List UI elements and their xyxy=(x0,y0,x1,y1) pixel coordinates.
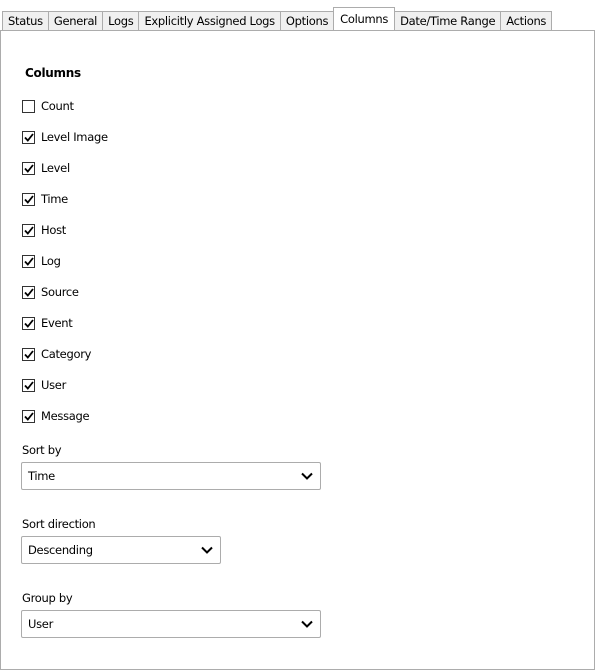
tab-strip: Status General Logs Explicitly Assigned Log… xyxy=(2,7,553,30)
checkbox[interactable] xyxy=(22,378,35,392)
column-checkbox-category[interactable]: Category xyxy=(22,346,91,362)
checkbox-label: Event xyxy=(41,316,73,330)
columns-heading: Columns xyxy=(25,66,81,80)
checkbox[interactable] xyxy=(22,347,35,361)
sort-direction-dropdown[interactable]: Descending xyxy=(21,536,221,564)
checkbox-label: Level xyxy=(41,161,70,175)
column-checkbox-count[interactable]: Count xyxy=(22,98,74,114)
column-checkbox-message[interactable]: Message xyxy=(22,408,90,424)
checkbox[interactable] xyxy=(22,99,35,113)
column-checkbox-log[interactable]: Log xyxy=(22,253,61,269)
tab-status[interactable]: Status xyxy=(2,11,49,30)
chevron-down-icon xyxy=(301,620,313,628)
column-checkbox-host[interactable]: Host xyxy=(22,222,66,238)
checkbox[interactable] xyxy=(22,130,35,144)
sort-direction-label: Sort direction xyxy=(22,517,96,531)
checkbox[interactable] xyxy=(22,409,35,423)
tab-columns[interactable]: Columns xyxy=(333,7,396,30)
check-icon xyxy=(23,349,34,359)
check-icon xyxy=(23,132,34,142)
sort-by-label: Sort by xyxy=(22,443,62,457)
column-checkbox-user[interactable]: User xyxy=(22,377,66,393)
checkbox-label: Host xyxy=(41,223,66,237)
check-icon xyxy=(23,318,34,328)
check-icon xyxy=(23,225,34,235)
checkbox-label: Category xyxy=(41,347,92,361)
checkbox-label: Log xyxy=(41,254,61,268)
sort-direction-value: Descending xyxy=(28,543,93,557)
chevron-down-icon xyxy=(201,546,213,554)
column-checkbox-level[interactable]: Level xyxy=(22,160,70,176)
check-icon xyxy=(23,256,34,266)
check-icon xyxy=(23,287,34,297)
check-icon xyxy=(23,380,34,390)
sort-by-value: Time xyxy=(28,469,55,483)
checkbox-label: Time xyxy=(41,192,68,206)
checkbox-label: Count xyxy=(41,99,74,113)
check-icon xyxy=(23,163,34,173)
tab-date-time-range[interactable]: Date/Time Range xyxy=(394,11,502,30)
tab-general[interactable]: General xyxy=(47,11,104,30)
checkbox[interactable] xyxy=(22,316,35,330)
tab-explicitly-assigned-logs[interactable]: Explicitly Assigned Logs xyxy=(138,11,281,30)
tab-logs[interactable]: Logs xyxy=(102,11,140,30)
check-icon xyxy=(23,411,34,421)
column-checkbox-source[interactable]: Source xyxy=(22,284,79,300)
column-checkbox-level-image[interactable]: Level Image xyxy=(22,129,108,145)
column-checkbox-event[interactable]: Event xyxy=(22,315,73,331)
checkbox[interactable] xyxy=(22,223,35,237)
check-icon xyxy=(23,194,34,204)
checkbox[interactable] xyxy=(22,285,35,299)
group-by-label: Group by xyxy=(22,591,73,605)
tab-actions[interactable]: Actions xyxy=(500,11,553,30)
checkbox[interactable] xyxy=(22,254,35,268)
chevron-down-icon xyxy=(301,472,313,480)
tab-options[interactable]: Options xyxy=(279,11,335,30)
sort-by-dropdown[interactable]: Time xyxy=(21,462,321,490)
checkbox-label: Message xyxy=(41,409,90,423)
checkbox[interactable] xyxy=(22,192,35,206)
checkbox-label: Source xyxy=(41,285,79,299)
checkbox-label: Level Image xyxy=(41,130,108,144)
group-by-dropdown[interactable]: User xyxy=(21,610,321,638)
checkbox-label: User xyxy=(41,378,67,392)
checkbox[interactable] xyxy=(22,161,35,175)
group-by-value: User xyxy=(28,617,54,631)
column-checkbox-time[interactable]: Time xyxy=(22,191,68,207)
